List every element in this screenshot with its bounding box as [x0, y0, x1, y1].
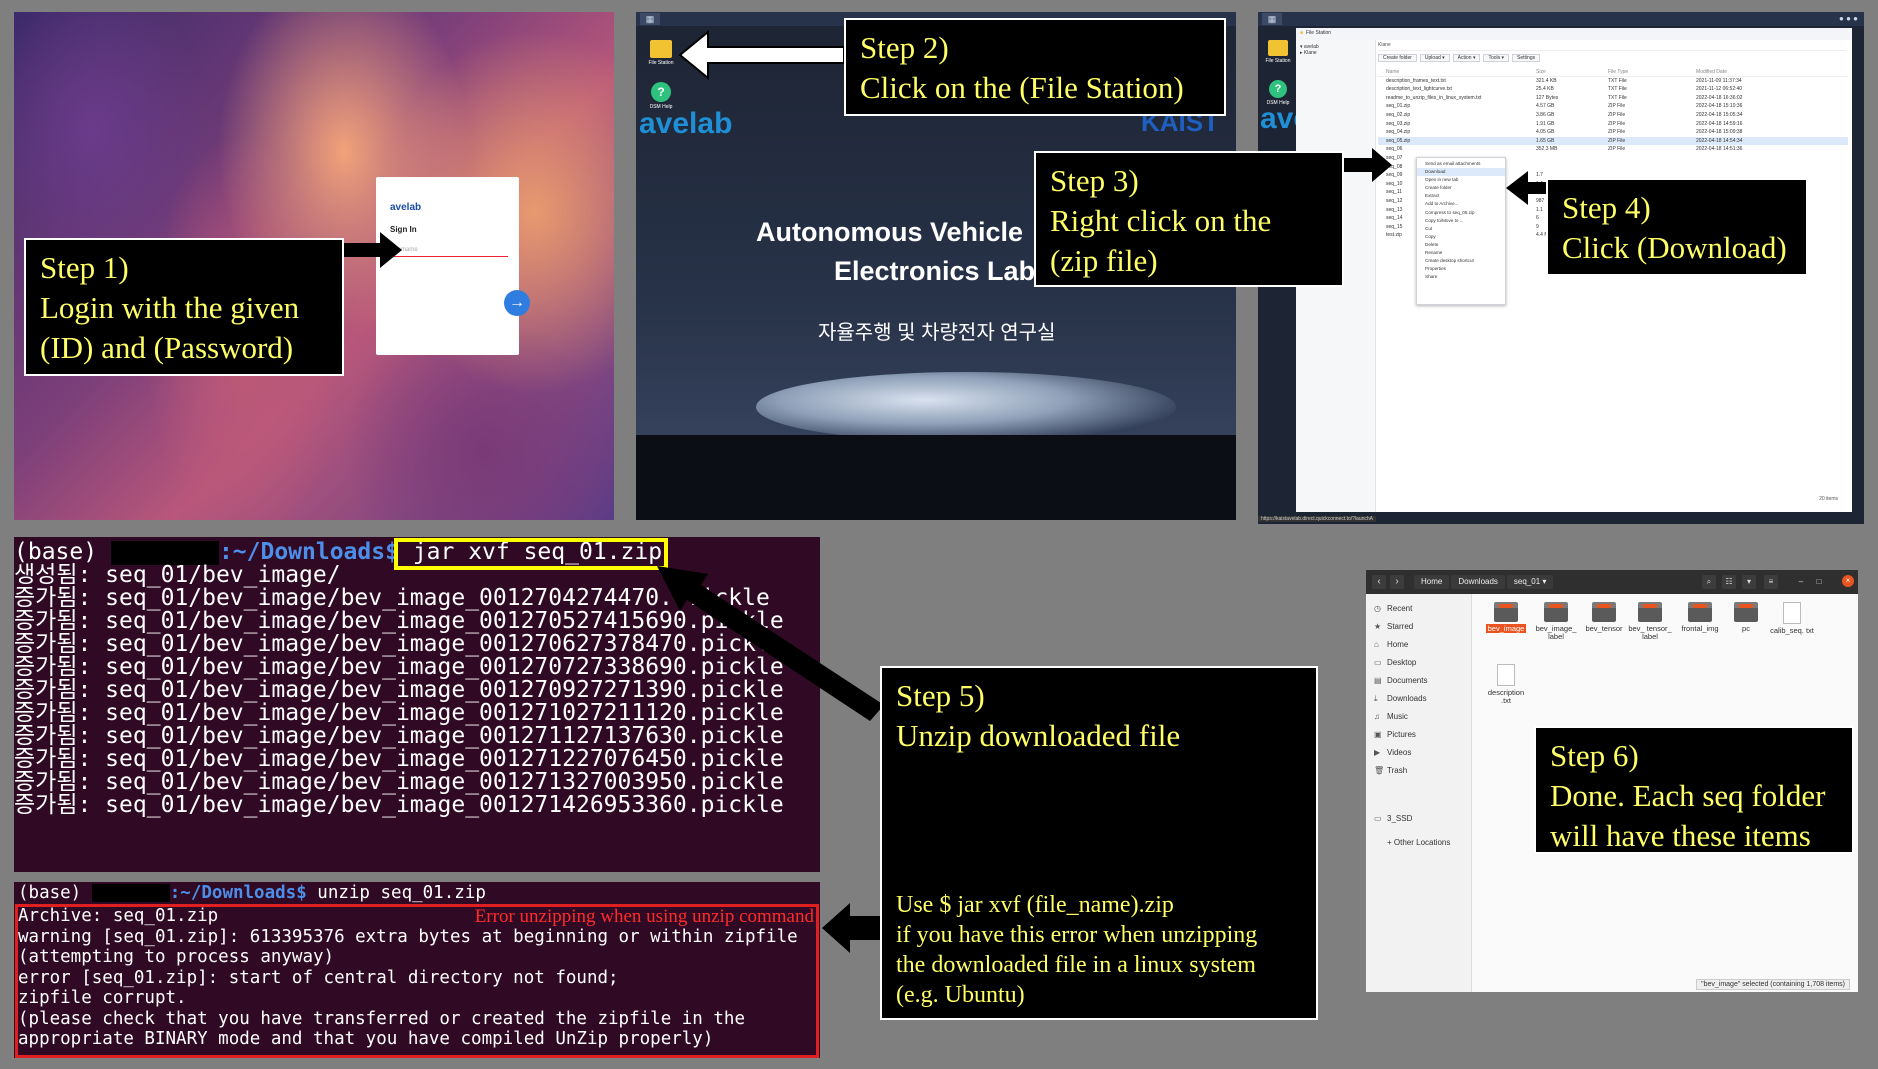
step3-line2: Right click on the — [1050, 203, 1272, 238]
step2-line1: Step 2) — [860, 30, 949, 65]
step4-line1: Step 4) — [1562, 190, 1651, 225]
step5-line1: Step 5) — [896, 678, 985, 713]
arrow-right-icon — [340, 232, 402, 268]
step6-callout: Step 6) Done. Each seq folder will have … — [1534, 726, 1854, 854]
step5-note-line: the downloaded file in a linux system — [896, 952, 1256, 978]
arrow-right-icon — [1344, 148, 1392, 182]
step5-note-line: if you have this error when unzipping — [896, 922, 1258, 948]
step3-line1: Step 3) — [1050, 163, 1139, 198]
step6-line3: will have these items — [1550, 818, 1811, 853]
step1-callout: Step 1) Login with the given (ID) and (P… — [24, 238, 344, 376]
step5-note-line: (e.g. Ubuntu) — [896, 982, 1025, 1008]
arrow-left-icon — [678, 29, 845, 81]
step5-note: Use $ jar xvf (file_name).zip if you hav… — [896, 890, 1257, 1010]
step4-callout: Step 4) Click (Download) — [1546, 178, 1808, 276]
step5-callout: Step 5) Unzip downloaded file Use $ jar … — [880, 666, 1318, 1020]
step3-callout: Step 3) Right click on the (zip file) — [1034, 151, 1344, 287]
step1-line3: (ID) and (Password) — [40, 330, 294, 365]
arrow-up-left-icon — [657, 566, 884, 721]
step3-line3: (zip file) — [1050, 243, 1158, 278]
step4-line2: Click (Download) — [1562, 230, 1787, 265]
step6-line1: Step 6) — [1550, 738, 1639, 773]
step1-line1: Step 1) — [40, 250, 129, 285]
arrow-left-icon — [1506, 171, 1546, 205]
step1-line2: Login with the given — [40, 290, 300, 325]
arrow-left-icon — [822, 903, 880, 953]
step6-line2: Done. Each seq folder — [1550, 778, 1826, 813]
step2-line2: Click on the (File Station) — [860, 70, 1184, 105]
step5-line2: Unzip downloaded file — [896, 718, 1181, 753]
step2-callout: Step 2) Click on the (File Station) — [844, 18, 1226, 116]
step5-note-line: Use $ jar xvf (file_name).zip — [896, 892, 1174, 918]
